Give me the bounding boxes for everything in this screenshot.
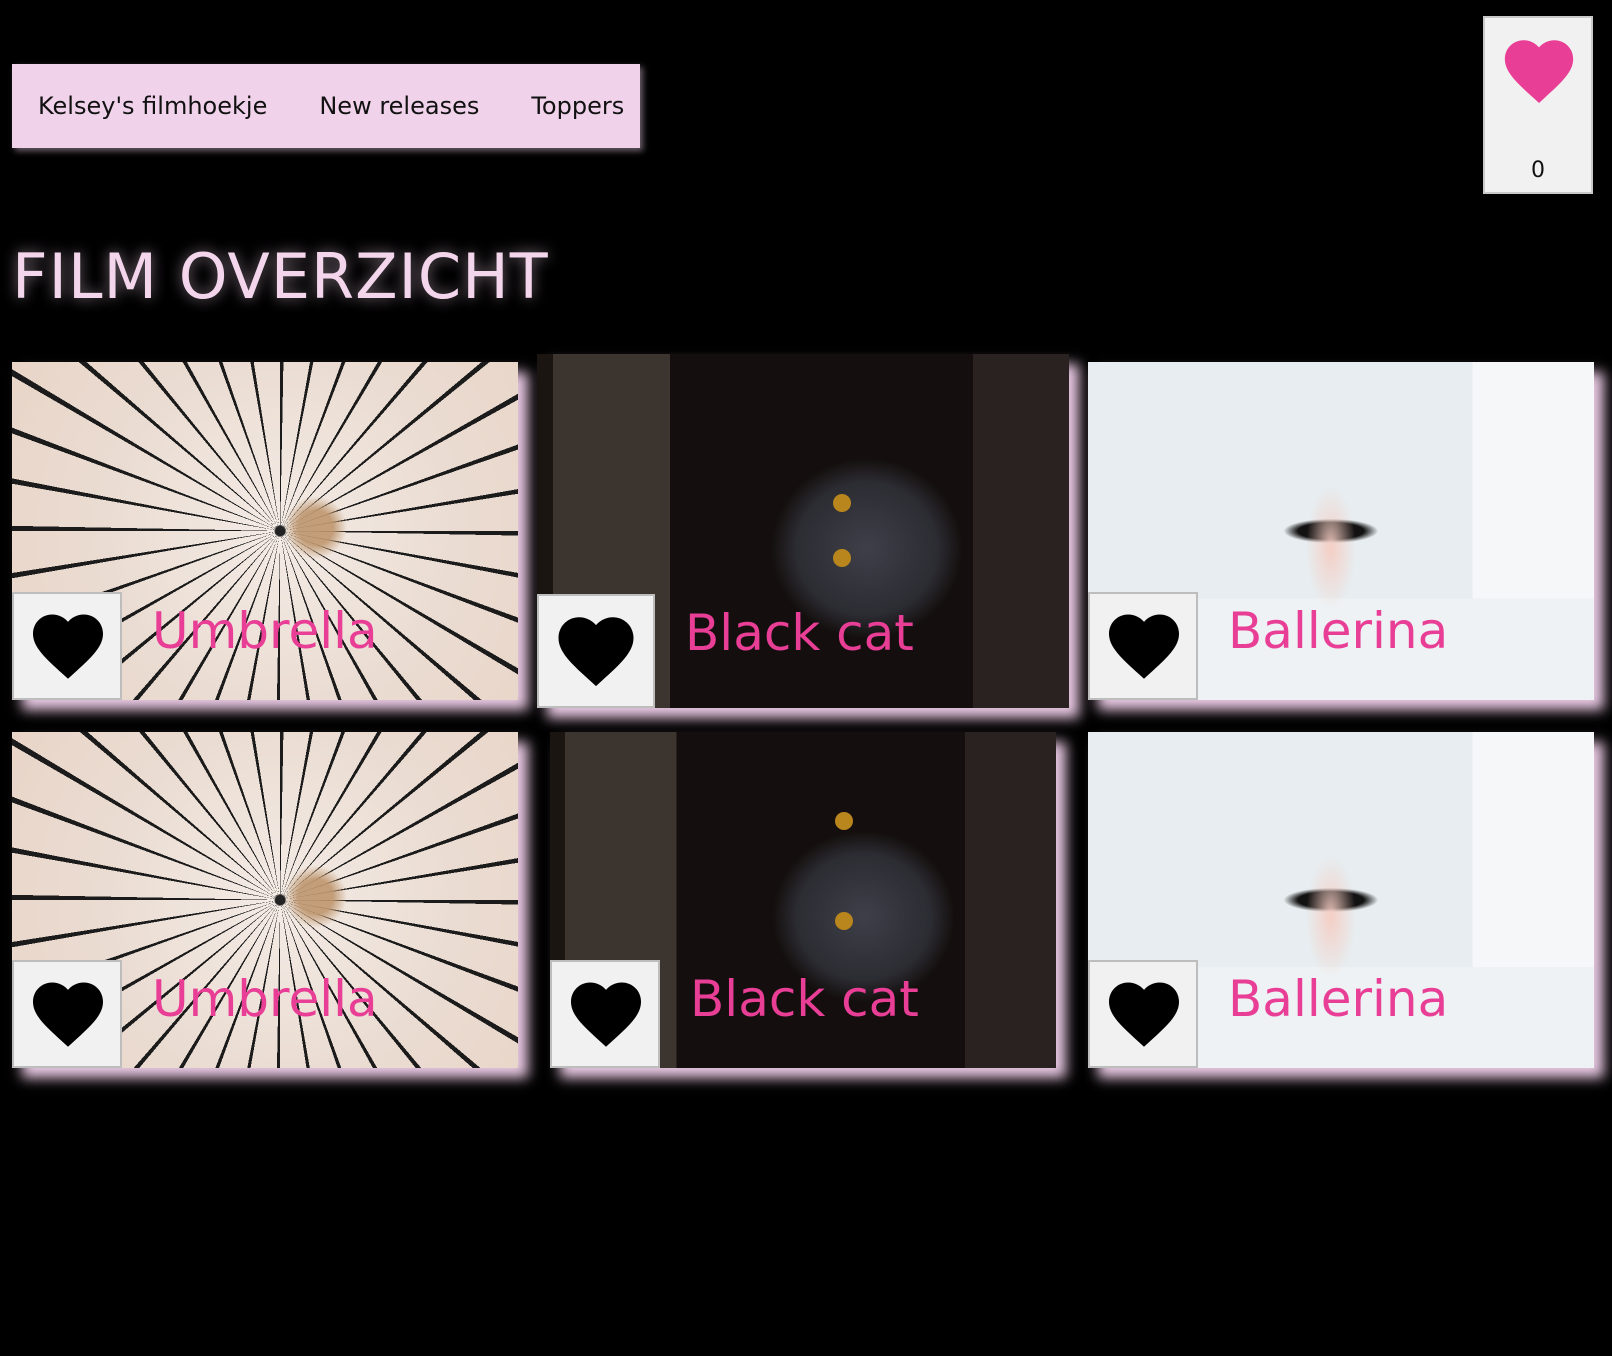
film-title: Black cat xyxy=(685,604,914,662)
like-button[interactable] xyxy=(537,594,655,708)
film-card-black-cat[interactable]: Black cat xyxy=(550,732,1056,1068)
like-button[interactable] xyxy=(12,960,122,1068)
heart-icon xyxy=(33,614,103,679)
cat-eye xyxy=(833,494,851,512)
nav-item-new-releases[interactable]: New releases xyxy=(319,92,479,120)
cat-eye xyxy=(835,812,853,830)
film-title: Ballerina xyxy=(1228,602,1449,660)
film-card-ballerina[interactable]: Ballerina xyxy=(1088,362,1594,700)
like-button[interactable] xyxy=(1088,592,1198,700)
like-button[interactable] xyxy=(550,960,660,1068)
page-title: FILM OVERZICHT xyxy=(12,240,549,313)
heart-icon xyxy=(1109,614,1179,679)
film-title: Ballerina xyxy=(1228,970,1449,1028)
cat-eye xyxy=(835,912,853,930)
film-title: Umbrella xyxy=(152,602,378,660)
heart-icon xyxy=(1109,982,1179,1047)
heart-icon xyxy=(558,617,634,687)
nav-item-toppers[interactable]: Toppers xyxy=(531,92,624,120)
like-button[interactable] xyxy=(1088,960,1198,1068)
film-title: Black cat xyxy=(690,970,919,1028)
main-nav: Kelsey's filmhoekje New releases Toppers xyxy=(12,64,640,148)
film-title: Umbrella xyxy=(152,970,378,1028)
favorites-counter[interactable]: 0 xyxy=(1483,16,1593,194)
heart-icon xyxy=(571,982,641,1047)
heart-icon xyxy=(33,982,103,1047)
like-button[interactable] xyxy=(12,592,122,700)
favorites-count: 0 xyxy=(1531,158,1545,183)
cat-eye xyxy=(833,549,851,567)
film-card-umbrella[interactable]: Umbrella xyxy=(12,732,518,1068)
film-card-black-cat[interactable]: Black cat xyxy=(537,354,1069,708)
film-card-ballerina[interactable]: Ballerina xyxy=(1088,732,1594,1068)
heart-icon xyxy=(1504,40,1574,103)
nav-item-home[interactable]: Kelsey's filmhoekje xyxy=(38,92,267,120)
film-card-umbrella[interactable]: Umbrella xyxy=(12,362,518,700)
